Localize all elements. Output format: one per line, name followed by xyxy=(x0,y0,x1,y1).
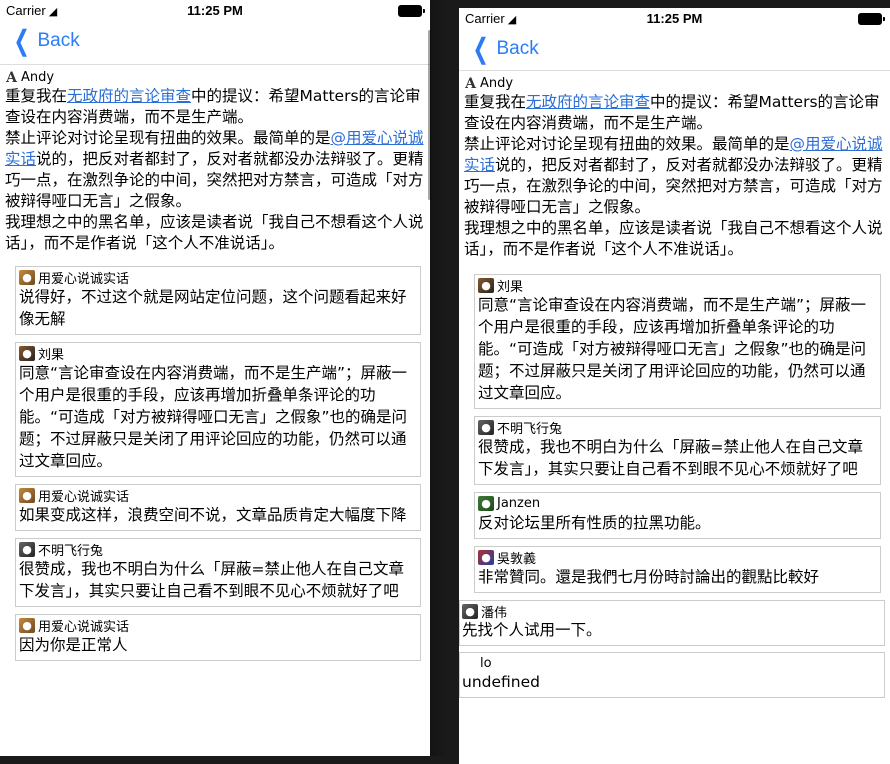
post-text: 重复我在无政府的言论审查中的提议：希望Matters的言论审查设在内容消费端，而… xyxy=(5,86,425,254)
reply-item[interactable]: ● 用爱心说诚实话 如果变成这样，浪费空间不说，文章品质肯定大幅度下降 xyxy=(15,484,421,531)
reply-item[interactable]: ● 不明飞行兔 很赞成，我也不明白为什么「屏蔽=禁止他人在自己文章下发言」，其实只… xyxy=(474,416,881,485)
reply-item[interactable]: ● 吳敦義 非常贊同。還是我們七月份時討論出的觀點比較好 xyxy=(474,546,881,593)
post-text-part: 重复我在 xyxy=(5,87,68,105)
author-name: Andy xyxy=(480,76,514,91)
post-text-part: 我理想之中的黑名单，应该是读者说「我自己不想看这个人说话」，而不是作者说「这个人… xyxy=(5,213,424,252)
post-text-part: 说的，把反对者都封了，反对者就都没办法辩驳了。更精巧一点，在激烈争论的中间，突然… xyxy=(5,150,424,210)
status-bar: Carrier ◢ 11:25 PM xyxy=(459,8,890,30)
post-author[interactable]: A Andy xyxy=(5,69,425,86)
post-text: 重复我在无政府的言论审查中的提议：希望Matters的言论审查设在内容消费端，而… xyxy=(464,92,885,260)
reply-item[interactable]: ● 刘果 同意“言论审查设在内容消费端，而不是生产端”；屏蔽一个用户是很重的手段，… xyxy=(15,342,421,477)
screen-divider xyxy=(430,0,459,756)
back-label: Back xyxy=(37,30,80,51)
reply-author: 用爱心说诚实话 xyxy=(38,620,130,635)
chevron-left-icon: ❮ xyxy=(472,33,489,64)
post-text-part: 说的，把反对者都封了，反对者就都没办法辩驳了。更精巧一点，在激烈争论的中间，突然… xyxy=(464,156,883,216)
post-link[interactable]: 无政府的言论审查 xyxy=(526,93,650,111)
avatar: ● xyxy=(478,420,494,435)
post-link[interactable]: 无政府的言论审查 xyxy=(67,87,191,105)
main-post: A Andy 重复我在无政府的言论审查中的提议：希望Matters的言论审查设在… xyxy=(464,75,885,264)
reply-item[interactable]: ● 用爱心说诚实话 说得好，不过这个就是网站定位问题，这个问题看起来好像无解 xyxy=(15,266,421,335)
avatar: ● xyxy=(462,604,478,619)
reply-author: 用爱心说诚实话 xyxy=(38,272,130,287)
avatar: ● xyxy=(478,550,494,565)
avatar: ● xyxy=(19,542,35,557)
comment-thread[interactable]: A Andy 重复我在无政府的言论审查中的提议：希望Matters的言论审查设在… xyxy=(0,65,430,661)
reply-author: 用爱心说诚实话 xyxy=(38,490,130,505)
right-screen: Carrier ◢ 11:25 PM ❮ Back A Andy 重复我在无政府的… xyxy=(459,8,890,764)
post-text-part: 我理想之中的黑名单，应该是读者说「我自己不想看这个人说话」，而不是作者说「这个人… xyxy=(464,219,883,258)
avatar: ● xyxy=(19,346,35,361)
status-time: 11:25 PM xyxy=(646,11,703,26)
back-label: Back xyxy=(496,38,539,59)
avatar: ● xyxy=(478,278,494,293)
reply-author: 刘果 xyxy=(38,348,65,363)
reply-text: 说得好，不过这个就是网站定位问题，这个问题看起来好像无解 xyxy=(19,288,407,328)
reply-item[interactable]: ● 用爱心说诚实话 因为你是正常人 xyxy=(15,614,421,661)
reply-text: 很赞成，我也不明白为什么「屏蔽=禁止他人在自己文章下发言」，其实只要让自己看不到… xyxy=(19,560,404,600)
post-text: 先找个人试用一下。 xyxy=(462,621,602,639)
status-bar: Carrier ◢ 11:25 PM xyxy=(0,0,430,22)
avatar: ● xyxy=(478,496,494,511)
reply-text: 因为你是正常人 xyxy=(19,636,128,654)
post-author: 潘伟 xyxy=(481,606,508,621)
reply-item[interactable]: ● 刘果 同意“言论审查设在内容消费端，而不是生产端”；屏蔽一个用户是很重的手段，… xyxy=(474,274,881,409)
comment-thread[interactable]: A Andy 重复我在无政府的言论审查中的提议：希望Matters的言论审查设在… xyxy=(459,71,890,698)
reply-author: Janzen xyxy=(497,496,541,511)
battery-icon xyxy=(858,13,885,25)
post-text-part: 禁止评论对讨论呈现有扭曲的效果。最简单的是 xyxy=(464,135,790,153)
navigation-bar: ❮ Back xyxy=(0,22,430,65)
reply-list: ● 用爱心说诚实话 说得好，不过这个就是网站定位问题，这个问题看起来好像无解 ● 刘… xyxy=(15,266,421,661)
post-item[interactable]: lo undefined xyxy=(459,652,885,698)
font-a-icon: A xyxy=(465,75,476,92)
author-name: Andy xyxy=(21,70,55,85)
reply-author: 不明飞行兔 xyxy=(38,544,104,559)
reply-text: 如果变成这样，浪费空间不说，文章品质肯定大幅度下降 xyxy=(19,506,407,524)
status-time: 11:25 PM xyxy=(187,3,243,18)
avatar: ● xyxy=(19,270,35,285)
post-text-part: 重复我在 xyxy=(464,93,527,111)
back-button[interactable]: ❮ Back xyxy=(10,25,80,56)
reply-author: 刘果 xyxy=(497,280,524,295)
post-author[interactable]: A Andy xyxy=(464,75,885,92)
reply-author: 吳敦義 xyxy=(497,552,537,567)
post-author: lo xyxy=(480,656,492,671)
reply-author: 不明飞行兔 xyxy=(497,422,563,437)
post-text-part: 禁止评论对讨论呈现有扭曲的效果。最简单的是 xyxy=(5,129,331,147)
back-button[interactable]: ❮ Back xyxy=(469,33,539,64)
avatar: ● xyxy=(19,618,35,633)
reply-item[interactable]: ● Janzen 反对论坛里所有性质的拉黑功能。 xyxy=(474,492,881,539)
reply-text: 反对论坛里所有性质的拉黑功能。 xyxy=(478,514,711,532)
reply-list: ● 刘果 同意“言论审查设在内容消费端，而不是生产端”；屏蔽一个用户是很重的手段，… xyxy=(474,274,881,593)
battery-icon xyxy=(398,5,425,17)
reply-item[interactable]: ● 不明飞行兔 很赞成，我也不明白为什么「屏蔽=禁止他人在自己文章下发言」，其实只… xyxy=(15,538,421,607)
scrollbar[interactable] xyxy=(428,30,431,200)
post-item[interactable]: ● 潘伟 先找个人试用一下。 xyxy=(459,600,885,646)
font-a-icon: A xyxy=(6,69,17,86)
reply-text: 很赞成，我也不明白为什么「屏蔽=禁止他人在自己文章下发言」，其实只要让自己看不到… xyxy=(478,438,863,478)
main-post: A Andy 重复我在无政府的言论审查中的提议：希望Matters的言论审查设在… xyxy=(5,69,425,258)
avatar: ● xyxy=(19,488,35,503)
reply-text: 非常贊同。還是我們七月份時討論出的觀點比較好 xyxy=(478,568,820,586)
reply-text: 同意“言论审查设在内容消费端，而不是生产端”；屏蔽一个用户是很重的手段，应该再增… xyxy=(19,364,408,470)
left-screen: Carrier ◢ 11:25 PM ❮ Back A Andy 重复我在无政府的… xyxy=(0,0,430,756)
chevron-left-icon: ❮ xyxy=(13,25,30,56)
post-text: undefined xyxy=(462,673,540,691)
reply-text: 同意“言论审查设在内容消费端，而不是生产端”；屏蔽一个用户是很重的手段，应该再增… xyxy=(478,296,867,402)
navigation-bar: ❮ Back xyxy=(459,30,890,71)
